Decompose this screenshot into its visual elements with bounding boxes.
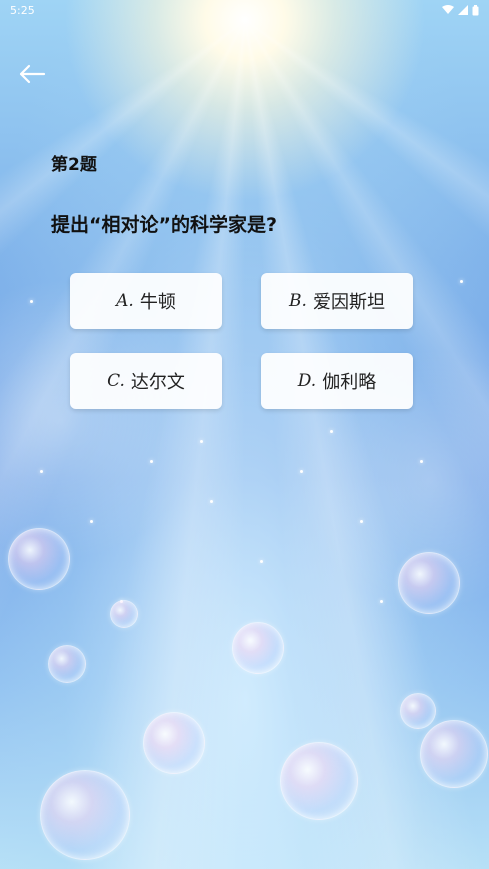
- option-text: 爱因斯坦: [312, 292, 385, 313]
- bubble: [143, 712, 205, 774]
- option-c-button[interactable]: C. 达尔文: [70, 353, 222, 409]
- battery-icon: [472, 4, 479, 15]
- status-icons: [442, 4, 479, 16]
- option-text: 伽利略: [322, 372, 377, 393]
- status-bar: 5:25: [0, 0, 489, 20]
- bubble: [420, 720, 488, 788]
- arrow-left-icon: [19, 64, 46, 84]
- question-number: 第2题: [51, 155, 97, 175]
- option-b-button[interactable]: B. 爱因斯坦: [261, 273, 413, 329]
- option-letter: C.: [107, 371, 125, 391]
- bubble: [110, 600, 138, 628]
- bubble: [280, 742, 358, 820]
- back-button[interactable]: [16, 60, 48, 88]
- question-text: 提出“相对论”的科学家是?: [51, 214, 277, 236]
- status-time: 5:25: [10, 3, 35, 17]
- option-text: 达尔文: [130, 372, 185, 393]
- bubble: [398, 552, 460, 614]
- option-letter: D.: [297, 371, 317, 391]
- bubble: [40, 770, 130, 860]
- signal-icon: [458, 5, 468, 15]
- option-d-button[interactable]: D. 伽利略: [261, 353, 413, 409]
- wifi-icon: [442, 5, 454, 14]
- bubble: [48, 645, 86, 683]
- option-letter: A.: [116, 291, 134, 311]
- option-text: 牛顿: [139, 292, 176, 313]
- option-letter: B.: [289, 291, 307, 311]
- option-a-button[interactable]: A. 牛顿: [70, 273, 222, 329]
- bubble: [8, 528, 70, 590]
- sparkles: [0, 0, 489, 869]
- bubble: [232, 622, 284, 674]
- bubble: [400, 693, 436, 729]
